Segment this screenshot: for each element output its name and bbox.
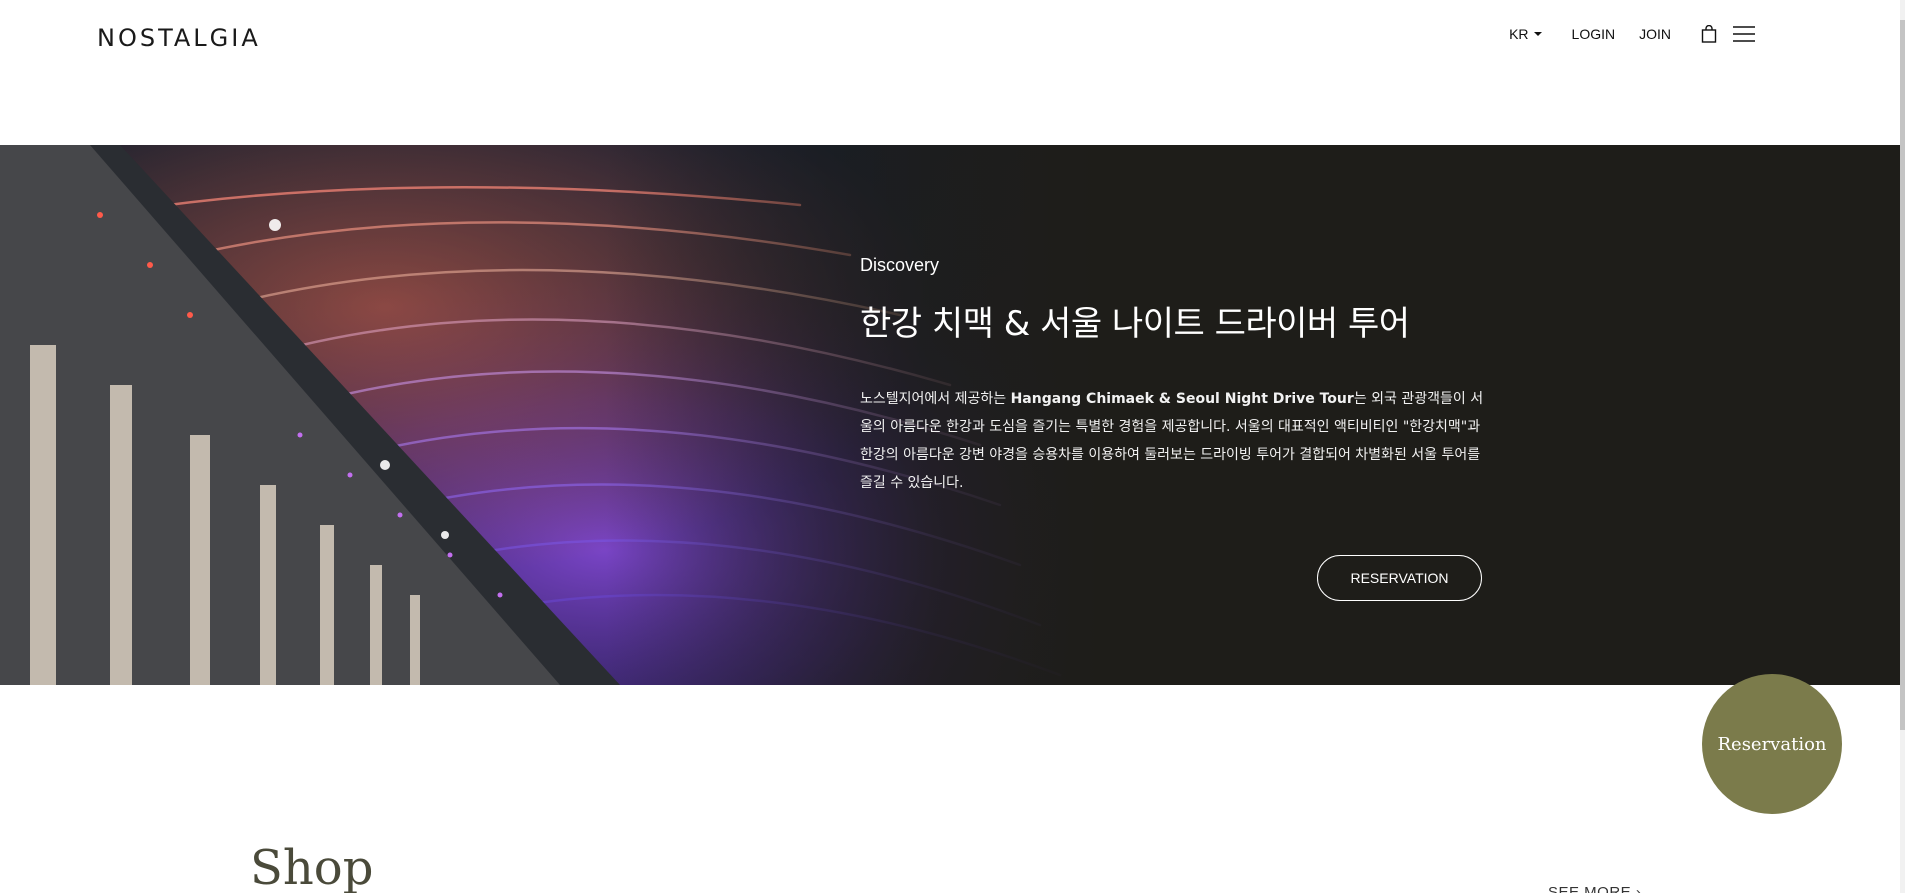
caret-down-icon (1533, 32, 1542, 36)
hero-banner: Discovery 한강 치맥 & 서울 나이트 드라이버 투어 노스텔지어에서… (0, 145, 1900, 685)
see-more-link[interactable]: SEE MORE › (1548, 884, 1641, 893)
hero-description: 노스텔지어에서 제공하는 Hangang Chimaek & Seoul Nig… (860, 385, 1485, 497)
language-selector[interactable]: KR (1509, 26, 1542, 42)
chevron-right-icon: › (1635, 884, 1642, 893)
join-link[interactable]: JOIN (1639, 26, 1671, 42)
hero-desc-prefix: 노스텔지어에서 제공하는 (860, 391, 1011, 407)
hero-eyebrow: Discovery (860, 255, 940, 275)
page-scrollbar[interactable] (1900, 0, 1905, 893)
header-nav: KR LOGIN JOIN (1479, 25, 1755, 43)
scrollbar-thumb[interactable] (1900, 20, 1905, 730)
floating-reservation-button[interactable]: Reservation (1702, 674, 1842, 814)
shop-section-title: Shop (250, 840, 374, 893)
shopping-bag-icon[interactable] (1701, 25, 1717, 43)
hero-desc-tour-name: Hangang Chimaek & Seoul Night Drive Tour (1010, 391, 1354, 407)
language-label: KR (1509, 26, 1529, 42)
hero-content: Discovery 한강 치맥 & 서울 나이트 드라이버 투어 노스텔지어에서… (860, 255, 1485, 497)
hamburger-menu-icon[interactable] (1733, 25, 1755, 43)
login-link[interactable]: LOGIN (1572, 26, 1616, 42)
site-logo[interactable]: NOSTALGIA (97, 24, 261, 52)
site-header: NOSTALGIA KR LOGIN JOIN (0, 0, 1905, 76)
reservation-button[interactable]: RESERVATION (1317, 555, 1482, 601)
see-more-label: SEE MORE (1548, 884, 1632, 893)
hero-title: 한강 치맥 & 서울 나이트 드라이버 투어 (860, 304, 1410, 344)
